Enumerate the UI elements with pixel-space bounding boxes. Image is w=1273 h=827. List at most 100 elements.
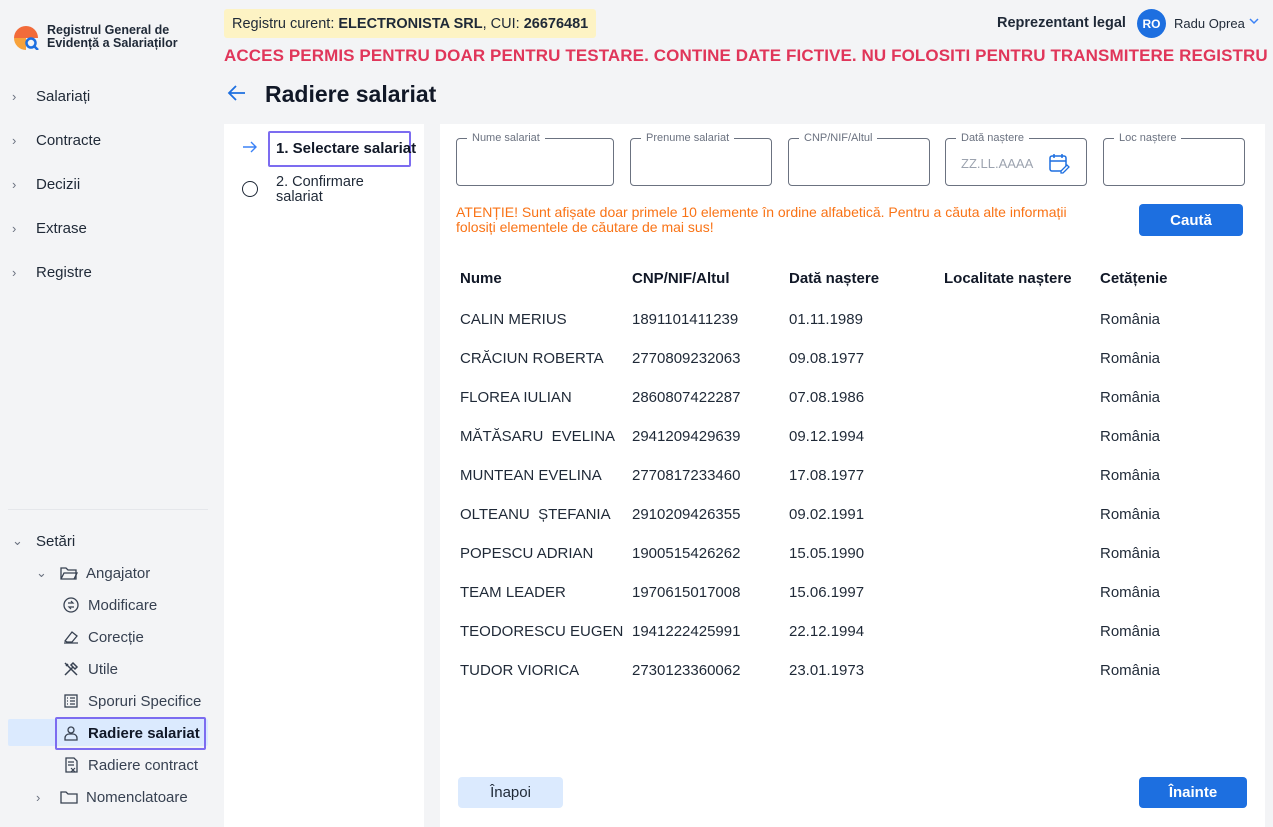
cell-cetatenie: România	[1100, 662, 1161, 679]
sidebar-item-corectie[interactable]: Corecție	[62, 621, 144, 653]
sidebar-item-extrase[interactable]: › Extrase	[0, 212, 224, 244]
sidebar-item-label: Radiere contract	[88, 756, 199, 774]
cell-nume: TEODORESCU EUGEN	[460, 623, 624, 640]
cell-nume: CRĂCIUN ROBERTA	[460, 350, 604, 367]
column-header-cetatenie: Cetățenie	[1100, 270, 1168, 287]
cell-cnp: 1941222425991	[632, 623, 741, 640]
sidebar-item-registre[interactable]: › Registre	[0, 256, 224, 288]
sidebar-item-radiere-salariat[interactable]: Radiere salariat	[62, 717, 200, 749]
field-placeholder: ZZ.LL.AAAA	[961, 156, 1034, 171]
sidebar-item-label: Extrase	[36, 219, 87, 237]
sidebar-divider	[8, 509, 208, 510]
registry-prefix: Registru curent:	[232, 15, 339, 32]
cell-nume: FLOREA IULIAN	[460, 389, 572, 406]
loc-nastere-field[interactable]: Loc naștere	[1103, 132, 1245, 186]
tools-icon	[62, 660, 80, 678]
calendar-icon[interactable]	[1048, 152, 1070, 174]
back-arrow-icon[interactable]	[226, 82, 248, 104]
sidebar-item-angajator[interactable]: ⌄ Angajator	[36, 557, 150, 589]
sidebar-item-setari[interactable]: ⌄ Setări	[0, 525, 224, 557]
cell-nume: CALIN MERIUS	[460, 311, 567, 328]
field-label: Prenume salariat	[641, 132, 735, 144]
cell-nume: TEAM LEADER	[460, 584, 566, 601]
cell-cetatenie: România	[1100, 350, 1161, 367]
sidebar-item-decizii[interactable]: › Decizii	[0, 168, 224, 200]
test-environment-warning: ACCES PERMIS PENTRU DOAR PENTRU TESTARE.…	[224, 46, 1268, 65]
sidebar-item-label: Registre	[36, 263, 92, 281]
sidebar-item-radiere-contract[interactable]: Radiere contract	[62, 749, 198, 781]
cell-data-nastere: 09.02.1991	[789, 506, 865, 523]
cell-nume: TUDOR VIORICA	[460, 662, 580, 679]
cell-nume: OLTEANU ȘTEFANIA	[460, 506, 611, 523]
table-row[interactable]: CALIN MERIUS 1891101411239 01.11.1989 Român…	[440, 301, 1265, 340]
chevron-right-icon: ›	[12, 176, 17, 192]
cell-data-nastere: 15.06.1997	[789, 584, 865, 601]
sidebar-item-nomenclatoare[interactable]: › Nomenclatoare	[36, 781, 188, 813]
table-row[interactable]: CRĂCIUN ROBERTA 2770809232063 09.08.1977 Ro…	[440, 340, 1265, 379]
sidebar-item-label: Utile	[88, 660, 119, 678]
nume-salariat-field[interactable]: Nume salariat	[456, 132, 614, 186]
cell-data-nastere: 09.08.1977	[789, 350, 865, 367]
step-selectare-salariat[interactable]: 1. Selectare salariat	[276, 140, 416, 157]
cell-cnp: 2910209426355	[632, 506, 741, 523]
sidebar-item-label: Corecție	[88, 628, 144, 646]
sidebar-item-contracte[interactable]: › Contracte	[0, 124, 224, 156]
cell-cetatenie: România	[1100, 506, 1161, 523]
step-confirmare-salariat[interactable]: 2. Confirmare salariat	[276, 175, 396, 205]
current-registry-badge: Registru curent: ELECTRONISTA SRL , CUI:…	[224, 9, 597, 38]
cell-data-nastere: 22.12.1994	[789, 623, 865, 640]
sidebar-item-sporuri-specifice[interactable]: Sporuri Specifice	[62, 685, 201, 717]
table-row[interactable]: MUNTEAN EVELINA 2770817233460 17.08.1977 Ro…	[440, 457, 1265, 496]
sidebar-item-salariati[interactable]: › Salariați	[0, 80, 224, 112]
app-logo[interactable]: Registrul General de Evidență a Salariaț…	[12, 24, 207, 51]
table-row[interactable]: TUDOR VIORICA 2730123360062 23.01.1973 Româ…	[440, 652, 1265, 691]
field-label: Dată naștere	[956, 132, 1029, 144]
cell-cnp: 2941209429639	[632, 428, 741, 445]
sidebar-item-label: Radiere salariat	[88, 724, 200, 742]
chevron-right-icon: ›	[12, 264, 17, 280]
cell-data-nastere: 17.08.1977	[789, 467, 865, 484]
sidebar-item-label: Decizii	[36, 175, 81, 193]
data-nastere-field[interactable]: Dată naștere ZZ.LL.AAAA	[945, 132, 1087, 186]
chevron-right-icon: ›	[12, 88, 17, 104]
sidebar-item-label: Modificare	[88, 596, 158, 614]
cell-cnp: 2770809232063	[632, 350, 741, 367]
cell-cetatenie: România	[1100, 389, 1161, 406]
steps-panel: 1. Selectare salariat 2. Confirmare sala…	[224, 124, 424, 827]
table-row[interactable]: TEAM LEADER 1970615017008 15.06.1997 Români…	[440, 574, 1265, 613]
field-label: Nume salariat	[467, 132, 545, 144]
cell-cetatenie: România	[1100, 584, 1161, 601]
logo-icon	[12, 24, 40, 51]
chevron-down-icon: ⌄	[12, 533, 23, 548]
sidebar-item-label: Salariați	[36, 87, 91, 105]
prenume-salariat-field[interactable]: Prenume salariat	[630, 132, 772, 186]
table-row[interactable]: OLTEANU ȘTEFANIA 2910209426355 09.02.1991 R…	[440, 496, 1265, 535]
sidebar-item-utile[interactable]: Utile	[62, 653, 118, 685]
cell-cnp: 1900515426262	[632, 545, 741, 562]
cnp-field[interactable]: CNP/NIF/Altul	[788, 132, 930, 186]
cell-data-nastere: 07.08.1986	[789, 389, 865, 406]
table-row[interactable]: TEODORESCU EUGEN 1941222425991 22.12.1994 R…	[440, 613, 1265, 652]
sidebar-item-label: Sporuri Specifice	[88, 692, 202, 710]
chevron-down-icon[interactable]	[1248, 14, 1260, 32]
next-button[interactable]: Înainte	[1139, 777, 1247, 808]
sidebar-item-modificare[interactable]: Modificare	[62, 589, 157, 621]
table-row[interactable]: MĂTĂSARU EVELINA 2941209429639 09.12.1994 R…	[440, 418, 1265, 457]
avatar[interactable]: RO	[1137, 9, 1166, 38]
registry-cui-prefix: , CUI:	[482, 15, 524, 32]
search-button[interactable]: Caută	[1139, 204, 1243, 236]
step-radio[interactable]	[242, 181, 258, 197]
chevron-down-icon: ⌄	[36, 565, 47, 580]
back-button[interactable]: Înapoi	[458, 777, 563, 808]
page-title: Radiere salariat	[265, 81, 437, 107]
sidebar: Registrul General de Evidență a Salariaț…	[0, 0, 224, 827]
cell-cetatenie: România	[1100, 428, 1161, 445]
chevron-right-icon: ›	[12, 220, 17, 236]
search-notice: ATENȚIE! Sunt afișate doar primele 10 el…	[456, 204, 1067, 235]
column-header-data-nastere: Dată naștere	[789, 270, 880, 287]
cell-data-nastere: 01.11.1989	[789, 311, 863, 328]
folder-icon	[60, 788, 78, 806]
user-name[interactable]: Radu Oprea	[1174, 16, 1245, 31]
table-row[interactable]: FLOREA IULIAN 2860807422287 07.08.1986 Româ…	[440, 379, 1265, 418]
table-row[interactable]: POPESCU ADRIAN 1900515426262 15.05.1990 Rom…	[440, 535, 1265, 574]
